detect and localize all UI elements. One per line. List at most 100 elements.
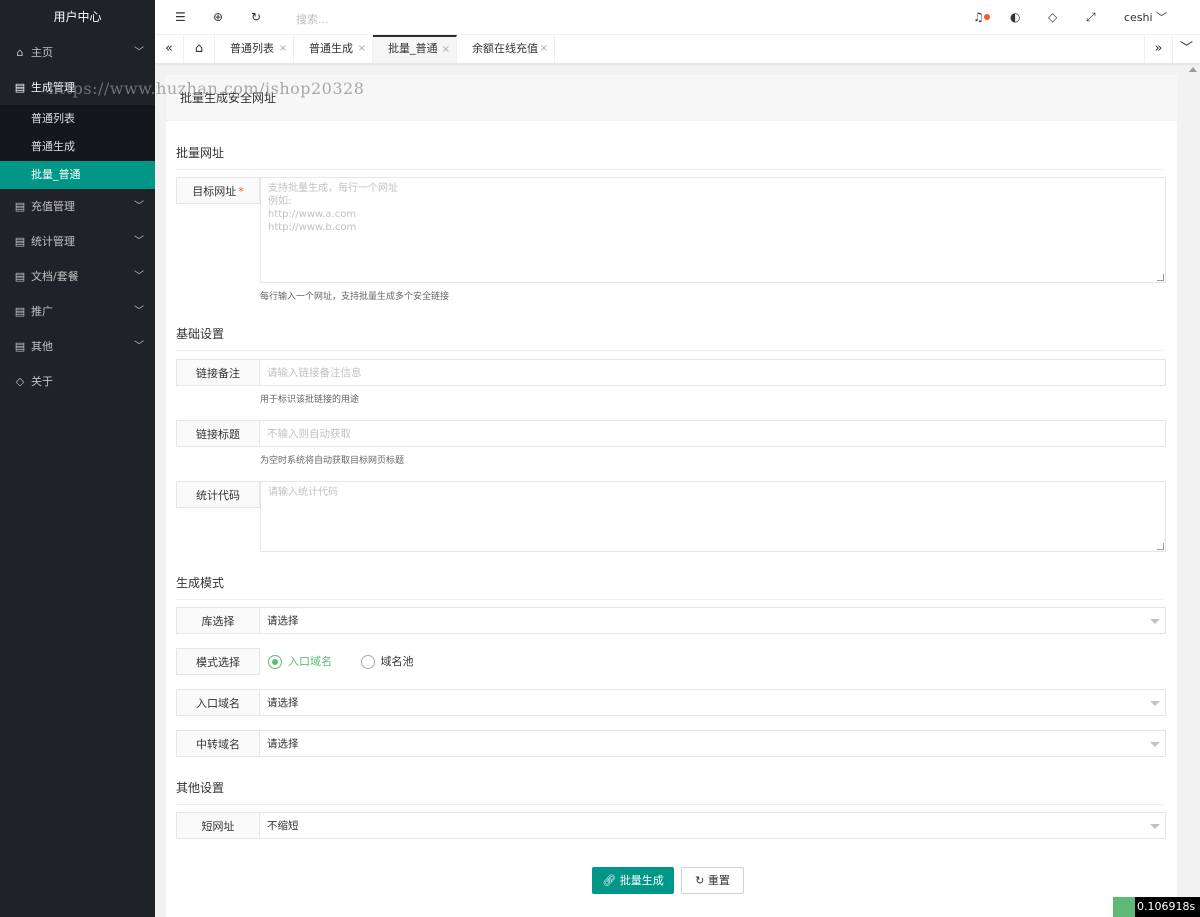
required-mark: * bbox=[238, 185, 244, 198]
section-basic-title: 基础设置 bbox=[176, 325, 1164, 351]
radio-entry-domain[interactable] bbox=[268, 655, 282, 669]
entry-domain-select[interactable]: 请选择 bbox=[260, 689, 1166, 716]
theme-icon[interactable]: ◐ bbox=[1010, 0, 1020, 35]
sidebar-item-about[interactable]: ◇ 关于 bbox=[0, 364, 155, 399]
sidebar-item-label: 充值管理 bbox=[31, 200, 75, 213]
batch-generate-label: 批量生成 bbox=[619, 874, 664, 887]
sidebar-item-stats[interactable]: ▤ 统计管理 ﹀ bbox=[0, 224, 155, 259]
target-url-placeholder: 支持批量生成，每行一个网址 例如: http://www.a.com http:… bbox=[268, 183, 398, 233]
relay-domain-label: 中转域名 bbox=[176, 730, 260, 757]
library-label: 库选择 bbox=[176, 607, 260, 634]
chevron-down-icon: ﹀ bbox=[134, 236, 144, 247]
scrollbar-up-arrow[interactable] bbox=[1189, 67, 1197, 72]
refresh-icon[interactable]: ↻ bbox=[251, 0, 261, 35]
menu-toggle-icon[interactable]: ☰ bbox=[175, 0, 186, 35]
debug-logo-icon bbox=[1113, 897, 1135, 917]
sidebar-logo: 用户中心 bbox=[0, 0, 155, 35]
relay-domain-select[interactable]: 请选择 bbox=[260, 730, 1166, 757]
tab-normal-list[interactable]: 普通列表 × bbox=[215, 35, 294, 63]
fullscreen-icon[interactable]: ⤢ bbox=[1086, 0, 1096, 35]
sidebar-item-docs[interactable]: ▤ 文档/套餐 ﹀ bbox=[0, 259, 155, 294]
target-url-label: 目标网址 * bbox=[176, 177, 260, 204]
caret-down-icon bbox=[1150, 619, 1160, 624]
sidebar-item-other[interactable]: ▤ 其他 ﹀ bbox=[0, 329, 155, 364]
link-note-label: 链接备注 bbox=[176, 359, 260, 386]
link-icon: 🔗︎ bbox=[602, 874, 617, 887]
sidebar-item-label: 文档/套餐 bbox=[31, 270, 79, 283]
username: ceshi bbox=[1124, 11, 1153, 24]
sidebar-item-recharge[interactable]: ▤ 充值管理 ﹀ bbox=[0, 189, 155, 224]
sidebar-item-promote[interactable]: ▤ 推广 ﹀ bbox=[0, 294, 155, 329]
chevron-down-icon: ﹀ bbox=[134, 271, 144, 282]
tab-label: 批量_普通 bbox=[388, 42, 438, 55]
list-icon: ▤ bbox=[14, 235, 26, 248]
batch-generate-button[interactable]: 🔗︎ 批量生成 bbox=[592, 867, 674, 894]
section-batch-title: 批量网址 bbox=[176, 144, 1164, 170]
tab-label: 普通生成 bbox=[309, 42, 353, 55]
debug-timer-badge[interactable]: 0.106918s bbox=[1113, 897, 1200, 917]
radio-domain-pool-label[interactable]: 域名池 bbox=[381, 655, 414, 668]
target-url-label-text: 目标网址 bbox=[192, 185, 237, 198]
tab-label: 余额在线充值 bbox=[472, 42, 538, 55]
stats-code-textarea[interactable]: 请输入统计代码 bbox=[260, 481, 1166, 552]
tag-icon[interactable]: ◇ bbox=[1048, 0, 1057, 35]
chevron-down-icon: ﹀ bbox=[134, 47, 144, 58]
tabs-next-button[interactable]: » bbox=[1144, 35, 1173, 63]
link-title-label: 链接标题 bbox=[176, 420, 260, 447]
list-icon: ▤ bbox=[14, 305, 26, 318]
entry-domain-label: 入口域名 bbox=[176, 689, 260, 716]
library-select[interactable]: 请选择 bbox=[260, 607, 1166, 634]
resize-handle[interactable] bbox=[1157, 543, 1164, 550]
target-url-textarea[interactable]: 支持批量生成，每行一个网址 例如: http://www.a.com http:… bbox=[260, 177, 1166, 283]
mode-radio-group: 入口域名 域名池 bbox=[268, 648, 414, 675]
tab-recharge[interactable]: 余额在线充值 × bbox=[457, 35, 555, 63]
page-tabs: « ⌂ 普通列表 × 普通生成 × 批量_普通 × 余额在线充值 × » ﹀ bbox=[155, 35, 1200, 64]
sidebar-item-label: 关于 bbox=[31, 375, 53, 388]
sidebar-item-label: 生成管理 bbox=[31, 81, 75, 94]
sidebar-item-generate[interactable]: ▤ 生成管理 bbox=[0, 70, 155, 105]
close-icon[interactable]: × bbox=[540, 35, 548, 63]
close-icon[interactable]: × bbox=[442, 37, 450, 63]
target-url-hint: 每行输入一个网址，支持批量生成多个安全链接 bbox=[260, 292, 450, 302]
sidebar-subitem-batch[interactable]: 批量_普通 bbox=[0, 161, 155, 189]
list-icon: ▤ bbox=[14, 200, 26, 213]
sidebar: 用户中心 ⌂ 主页 ﹀ ▤ 生成管理 普通列表 普通生成 批量_普通 ▤ 充值管理 ﹀… bbox=[0, 0, 155, 917]
tab-normal-generate[interactable]: 普通生成 × bbox=[294, 35, 373, 63]
tabs-prev-button[interactable]: « bbox=[155, 35, 184, 63]
search-input[interactable]: 搜索... bbox=[296, 11, 329, 27]
tab-label: 普通列表 bbox=[230, 42, 274, 55]
globe-icon[interactable]: ⊕ bbox=[213, 0, 223, 35]
library-select-value: 请选择 bbox=[267, 615, 299, 627]
sidebar-subnav: 普通列表 普通生成 批量_普通 bbox=[0, 105, 155, 189]
link-note-input[interactable]: 请输入链接备注信息 bbox=[260, 359, 1166, 386]
resize-handle[interactable] bbox=[1157, 274, 1164, 281]
link-title-hint: 为空时系统将自动获取目标网页标题 bbox=[260, 456, 405, 466]
mode-label: 模式选择 bbox=[176, 648, 260, 675]
chevron-down-icon: ﹀ bbox=[134, 306, 144, 317]
radio-entry-domain-label[interactable]: 入口域名 bbox=[288, 655, 332, 668]
chevron-down-icon: ﹀ bbox=[1156, 11, 1168, 24]
sidebar-item-home[interactable]: ⌂ 主页 ﹀ bbox=[0, 35, 155, 70]
link-title-input[interactable]: 不输入则自动获取 bbox=[260, 420, 1166, 447]
sidebar-item-label: 推广 bbox=[31, 305, 53, 318]
reset-button[interactable]: ↻ 重置 bbox=[681, 867, 744, 894]
card-title: 批量生成安全网址 bbox=[166, 75, 1177, 121]
short-url-select[interactable]: 不缩短 bbox=[260, 812, 1166, 839]
radio-domain-pool[interactable] bbox=[360, 655, 375, 669]
close-icon[interactable]: × bbox=[358, 35, 366, 63]
user-menu[interactable]: ceshi ﹀ bbox=[1124, 0, 1167, 35]
bell-icon[interactable]: ♫ bbox=[973, 0, 984, 35]
list-icon: ▤ bbox=[14, 340, 26, 353]
refresh-icon: ↻ bbox=[695, 874, 705, 887]
short-url-select-value: 不缩短 bbox=[267, 820, 299, 832]
sidebar-subitem-normal-generate[interactable]: 普通生成 bbox=[0, 133, 155, 161]
close-icon[interactable]: × bbox=[279, 35, 287, 63]
tabs-menu-chevron-icon[interactable]: ﹀ bbox=[1173, 35, 1200, 63]
link-note-hint: 用于标识该批链接的用途 bbox=[260, 395, 360, 405]
chevron-down-icon: ﹀ bbox=[134, 201, 144, 212]
home-tab-icon[interactable]: ⌂ bbox=[184, 35, 215, 63]
sidebar-subitem-normal-list[interactable]: 普通列表 bbox=[0, 105, 155, 133]
relay-domain-select-value: 请选择 bbox=[267, 738, 299, 750]
list-icon: ▤ bbox=[14, 81, 26, 94]
tab-batch[interactable]: 批量_普通 × bbox=[373, 35, 457, 63]
